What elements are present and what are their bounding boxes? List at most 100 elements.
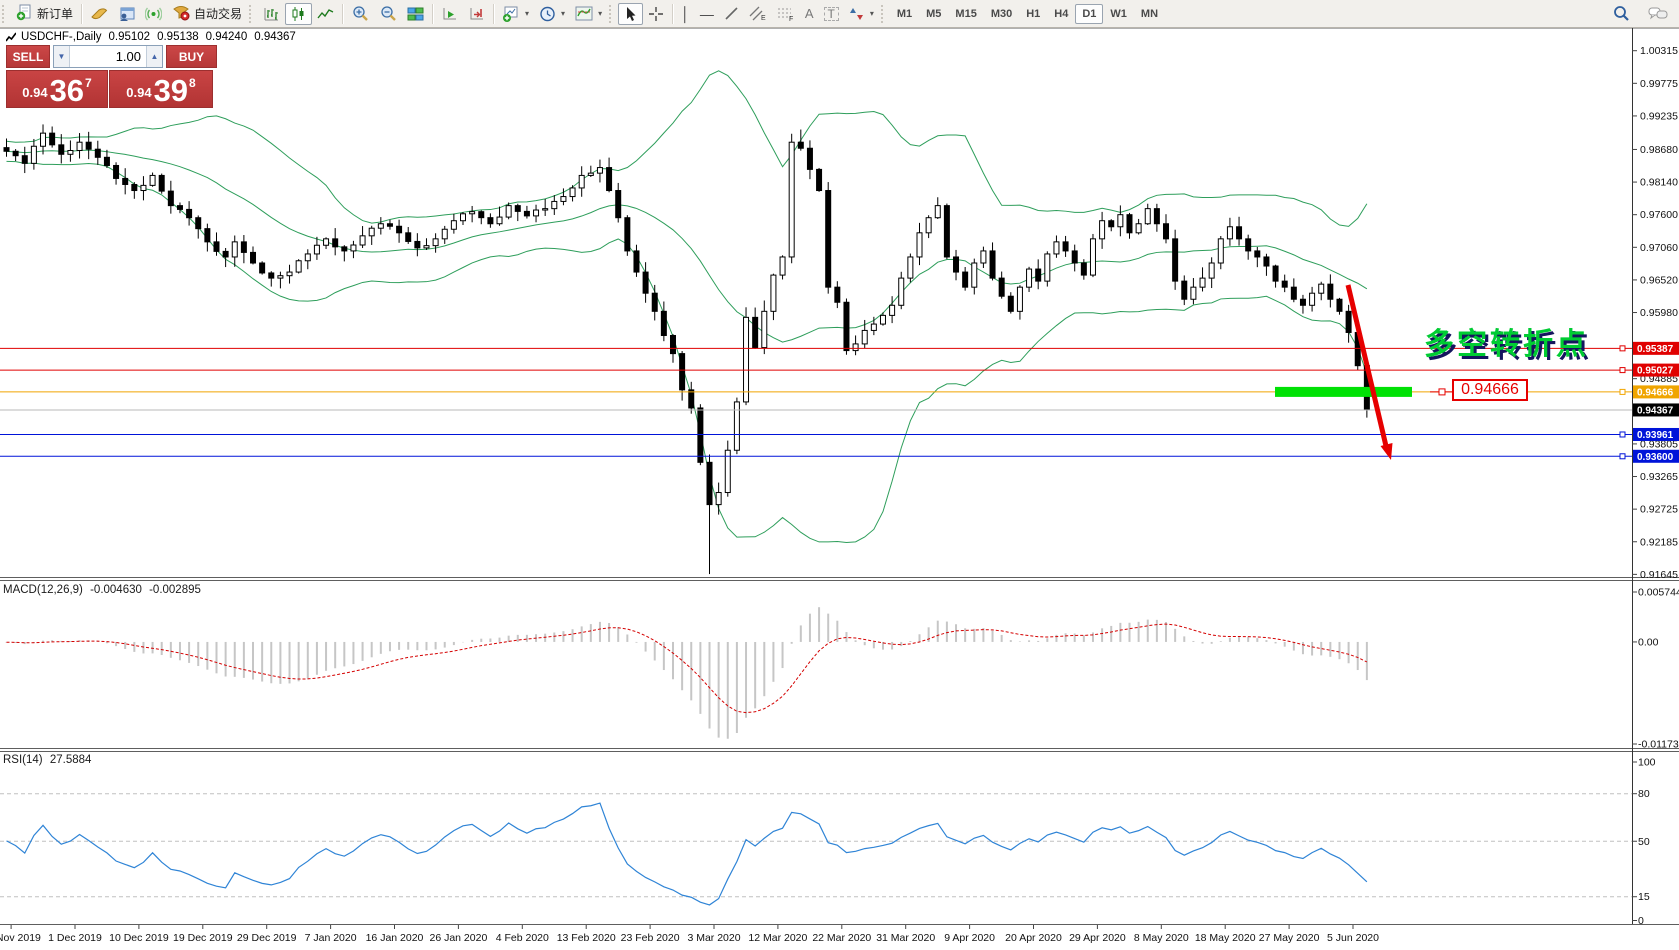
candle-body (1173, 239, 1178, 281)
candle-body (442, 229, 447, 239)
price-axis-label: 1.00315 (1640, 45, 1678, 57)
profiles-button[interactable] (85, 3, 113, 25)
indicators-button[interactable]: ▾ (570, 3, 607, 25)
price-axis-label: 0.91645 (1640, 569, 1678, 581)
candle-body (963, 272, 968, 287)
line-chart-button[interactable] (312, 3, 339, 25)
candle-body (451, 221, 456, 230)
date-axis-label: 13 Feb 2020 (557, 932, 616, 944)
fibonacci-tool-button[interactable]: F (772, 3, 800, 25)
date-axis-label: 1 Dec 2019 (48, 932, 102, 944)
candle-body (1045, 254, 1050, 281)
candle-body (1127, 215, 1132, 233)
signals-button[interactable] (140, 3, 167, 25)
candle-body (59, 145, 64, 154)
timeframe-button-H1[interactable]: H1 (1019, 4, 1047, 24)
timeframe-button-W1[interactable]: W1 (1103, 4, 1134, 24)
channel-icon: E (749, 6, 767, 22)
timeframe-button-H4[interactable]: H4 (1047, 4, 1075, 24)
candle-body (707, 462, 712, 504)
auto-scroll-button[interactable] (436, 3, 463, 25)
candle-body (588, 173, 593, 175)
buy-price-button[interactable]: 0.94 39 8 (109, 70, 213, 108)
toolbar-drag-handle[interactable] (249, 5, 256, 23)
candle-body (607, 168, 612, 191)
dropdown-caret: ▾ (525, 9, 529, 18)
candle-body (771, 275, 776, 311)
arrows-tool-button[interactable]: ▾ (844, 3, 879, 25)
toolbar-drag-handle[interactable] (2, 5, 9, 23)
channel-tool-button[interactable]: E (744, 3, 772, 25)
price-axis-label: 0.92725 (1640, 504, 1678, 516)
macd-signal-value: -0.002895 (149, 584, 201, 596)
horizontal-line-tool-button[interactable]: — (695, 3, 719, 25)
candle-body (634, 251, 639, 272)
toolbar-drag-handle[interactable] (881, 5, 888, 23)
timeframe-button-M5[interactable]: M5 (919, 4, 948, 24)
tile-windows-button[interactable] (402, 3, 429, 25)
candle-body (762, 311, 767, 347)
candlestick-chart-button[interactable] (285, 3, 312, 25)
data-window-button[interactable] (113, 3, 140, 25)
candle-body (333, 239, 338, 247)
sell-button[interactable]: SELL (6, 45, 50, 68)
zoom-out-button[interactable] (374, 3, 402, 25)
timeframe-button-D1[interactable]: D1 (1075, 4, 1103, 24)
chart-shift-button[interactable] (463, 3, 490, 25)
toolbar-drag-handle[interactable] (609, 5, 616, 23)
vertical-line-tool-button[interactable]: │ (676, 3, 695, 25)
cursor-tool-button[interactable] (618, 3, 643, 25)
sell-price-button[interactable]: 0.94 36 7 (6, 70, 108, 108)
price-axis-label: 0.95980 (1640, 307, 1678, 319)
text-tool-button[interactable]: A (800, 3, 819, 25)
volume-increase-button[interactable]: ▲ (146, 46, 162, 67)
rsi-value: 27.5884 (50, 754, 92, 766)
volume-decrease-button[interactable]: ▼ (54, 46, 70, 67)
timeframe-button-M1[interactable]: M1 (890, 4, 919, 24)
text-label-tool-button[interactable]: T (819, 3, 844, 25)
fibonacci-icon: F (777, 6, 795, 22)
chart-canvas[interactable]: 1.003150.997750.992350.986800.981400.976… (0, 0, 1679, 950)
buy-button[interactable]: BUY (166, 45, 217, 68)
toolbar-separator (342, 4, 343, 24)
dropdown-caret: ▾ (561, 9, 565, 18)
candle-body (415, 241, 420, 247)
symbol-period-label: USDCHF-,Daily (21, 31, 102, 43)
candle-body (351, 245, 356, 251)
price-axis-label: 0.92185 (1640, 536, 1678, 548)
zoom-in-button[interactable] (346, 3, 374, 25)
data-window-icon (118, 6, 135, 22)
candle-body (1154, 209, 1159, 224)
arrows-icon (849, 6, 865, 22)
highlight-bar (1275, 387, 1412, 397)
search-button[interactable] (1607, 3, 1635, 25)
timeframe-button-MN[interactable]: MN (1134, 4, 1165, 24)
candle-body (716, 493, 721, 505)
candle-body (232, 242, 237, 257)
macd-name: MACD(12,26,9) (3, 584, 83, 596)
timeframe-group: M1M5M15M30H1H4D1W1MN (890, 4, 1165, 24)
volume-input[interactable] (70, 46, 146, 67)
date-axis-label: 26 Jan 2020 (429, 932, 487, 944)
date-axis-label: 29 Dec 2019 (237, 932, 297, 944)
trendline-tool-button[interactable] (719, 3, 744, 25)
new-chart-button[interactable]: ▾ (497, 3, 534, 25)
candle-body (990, 251, 995, 278)
candle-body (4, 148, 9, 152)
candle-body (926, 218, 931, 233)
candle-body (342, 247, 347, 251)
chart-symbol-icon (6, 32, 16, 42)
timeframe-button-M30[interactable]: M30 (984, 4, 1019, 24)
crosshair-tool-button[interactable] (643, 3, 669, 25)
toolbar: 新订单 自动交易 (0, 0, 1679, 28)
timeframe-button-M15[interactable]: M15 (948, 4, 983, 24)
auto-trading-button[interactable]: 自动交易 (167, 3, 247, 25)
new-order-button[interactable]: 新订单 (11, 3, 78, 25)
bar-chart-button[interactable] (258, 3, 285, 25)
chat-button[interactable] (1643, 3, 1673, 25)
periods-button[interactable]: ▾ (534, 3, 570, 25)
date-axis-label: 7 Jan 2020 (305, 932, 357, 944)
mt4-terminal: 新订单 自动交易 (0, 0, 1679, 950)
date-axis-label: 22 Mar 2020 (812, 932, 871, 944)
text-icon: A (805, 7, 814, 20)
